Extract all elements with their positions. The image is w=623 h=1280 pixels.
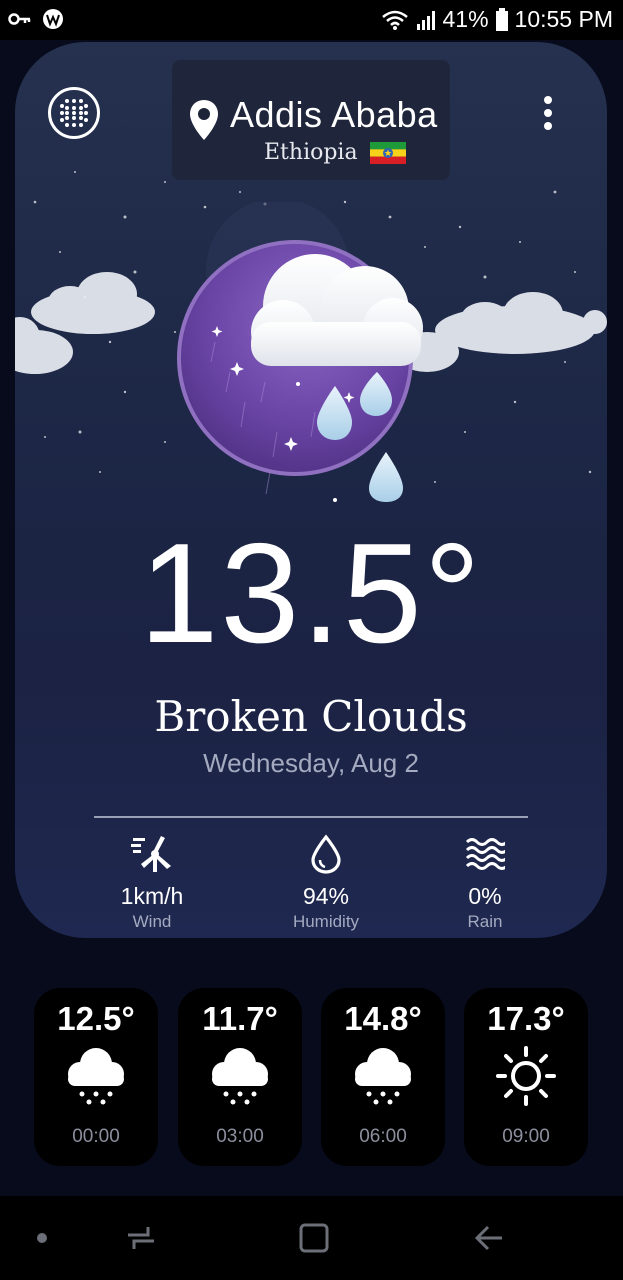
wind-stat: 1km/h Wind	[82, 834, 222, 932]
forecast-item[interactable]: 17.3° 09:00	[464, 988, 588, 1166]
location-selector[interactable]: Addis Ababa Ethiopia	[172, 60, 450, 180]
snow-cloud-icon	[355, 1048, 411, 1105]
location-pin-icon	[190, 100, 218, 140]
wind-turbine-icon	[131, 836, 171, 872]
forecast-temp: 12.5°	[57, 1000, 135, 1037]
city-name: Addis Ababa	[230, 94, 438, 135]
weather-illustration	[15, 202, 607, 502]
current-temperature: 13.5°	[139, 514, 483, 673]
wind-label: Wind	[132, 912, 172, 931]
navigation-bar	[0, 1196, 623, 1280]
forecast-item[interactable]: 12.5° 00:00	[34, 988, 158, 1166]
forecast-temp: 14.8°	[344, 1000, 422, 1037]
menu-button[interactable]	[48, 87, 100, 139]
key-icon	[8, 13, 31, 25]
clock: 10:55 PM	[514, 6, 613, 32]
home-icon[interactable]	[298, 1222, 330, 1254]
forecast-item[interactable]: 11.7° 03:00	[178, 988, 302, 1166]
more-vert-icon	[544, 96, 552, 130]
snow-cloud-icon	[68, 1048, 124, 1105]
forecast-hour: 06:00	[359, 1126, 407, 1147]
forecast-temp: 17.3°	[487, 1000, 565, 1037]
recent-apps-icon[interactable]	[124, 1223, 158, 1253]
ethiopia-flag-icon	[369, 141, 406, 164]
forecast-temp: 11.7°	[202, 1000, 278, 1037]
weather-condition: Broken Clouds	[154, 692, 468, 741]
droplet-icon	[311, 834, 341, 874]
weather-card: Addis Ababa Ethiopia 13.5° Broken Clouds…	[15, 42, 607, 938]
snow-cloud-icon	[212, 1048, 268, 1105]
wifi-icon	[381, 10, 408, 30]
humidity-value: 94%	[302, 883, 350, 909]
forecast-hour: 09:00	[502, 1126, 550, 1147]
rain-value: 0%	[468, 883, 502, 909]
forecast-hour: 03:00	[216, 1126, 264, 1147]
forecast-item[interactable]: 14.8° 06:00	[321, 988, 445, 1166]
status-bar: 41% 10:55 PM	[0, 0, 623, 40]
nav-dot-icon[interactable]	[36, 1232, 48, 1244]
humidity-stat: 94% Humidity	[256, 834, 396, 932]
waves-icon	[465, 838, 509, 870]
rain-stat: 0% Rain	[415, 834, 555, 932]
forecast-hour: 00:00	[72, 1126, 120, 1147]
back-icon[interactable]	[472, 1222, 506, 1254]
grid-dots-icon	[60, 99, 88, 127]
humidity-label: Humidity	[292, 912, 360, 931]
wind-value: 1km/h	[120, 883, 184, 909]
app-notification-icon	[43, 9, 63, 29]
signal-icon	[416, 10, 435, 30]
battery-percent: 41%	[442, 6, 489, 32]
rain-label: Rain	[467, 912, 503, 931]
divider	[94, 816, 528, 818]
sun-icon	[496, 1046, 556, 1106]
current-date: Wednesday, Aug 2	[203, 748, 419, 778]
country-name: Ethiopia	[264, 140, 358, 165]
battery-icon	[495, 7, 508, 31]
more-options-button[interactable]	[535, 94, 561, 134]
